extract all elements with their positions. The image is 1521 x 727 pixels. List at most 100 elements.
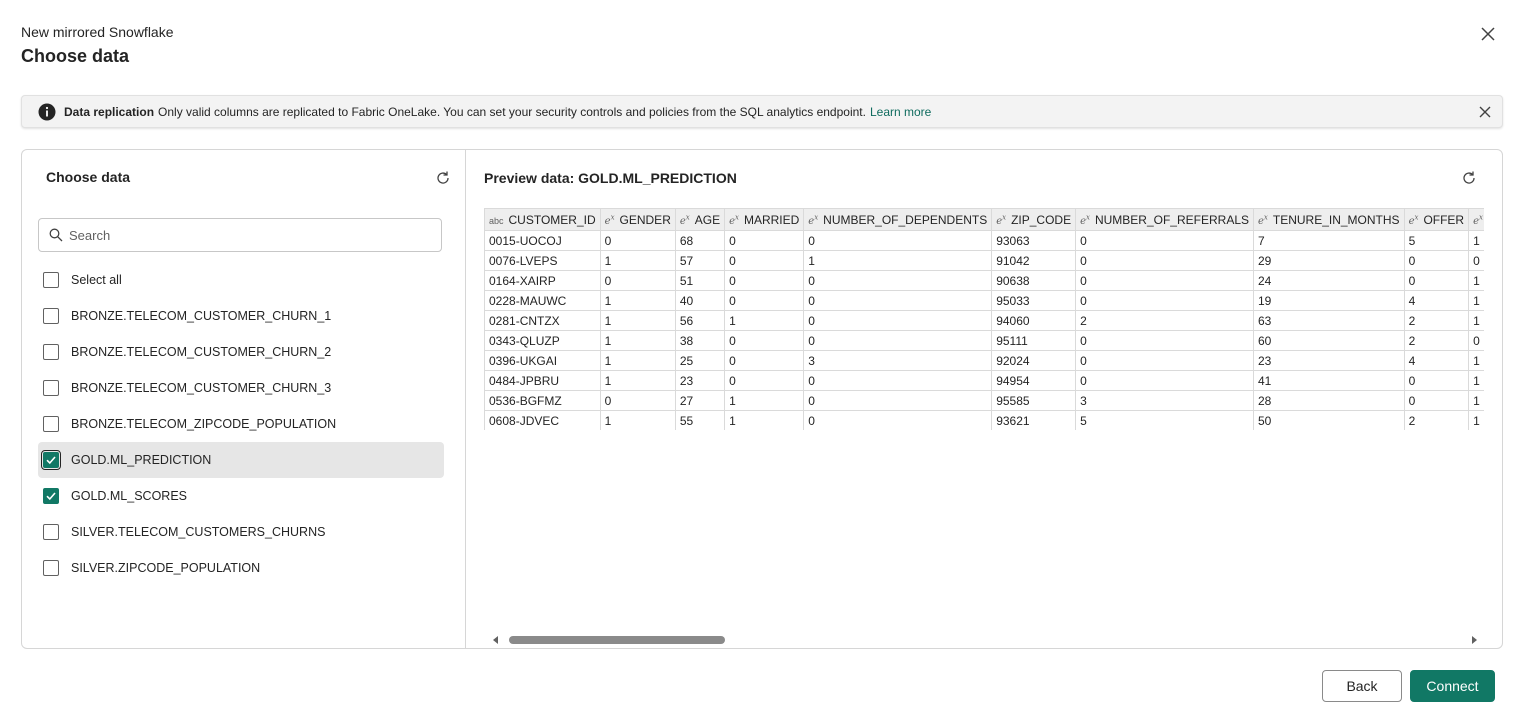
table-cell: 0 [803, 370, 993, 391]
table-cell: 1 [724, 410, 805, 430]
item-checkbox[interactable] [43, 308, 59, 324]
table-cell: 1 [1468, 290, 1484, 311]
table-cell: 1 [599, 350, 676, 371]
table-cell: 2 [1403, 310, 1470, 331]
column-header[interactable]: ex TENURE_IN_MONTHS [1253, 208, 1405, 231]
table-cell: 0 [724, 350, 805, 371]
item-checkbox[interactable] [41, 450, 61, 470]
horizontal-scrollbar[interactable] [489, 634, 1483, 646]
close-banner-icon[interactable] [1478, 105, 1492, 119]
table-cell: 5 [1403, 230, 1470, 251]
column-header[interactable]: ex NUMBER_OF_REFERRALS [1075, 208, 1254, 231]
list-item[interactable]: GOLD.ML_PREDICTION [38, 442, 444, 478]
search-input[interactable] [69, 227, 429, 243]
refresh-list-icon[interactable] [435, 170, 451, 186]
table-cell: 1 [1468, 350, 1484, 371]
table-cell: 28 [1253, 390, 1405, 411]
back-button[interactable]: Back [1322, 670, 1402, 702]
scroll-right-icon[interactable] [1469, 635, 1479, 645]
table-cell: 1 [724, 390, 805, 411]
table-cell: 2 [1403, 330, 1470, 351]
table-cell: 0 [724, 270, 805, 291]
search-box [38, 218, 442, 252]
table-cell: 19 [1253, 290, 1405, 311]
table-cell: 0281-CNTZX [484, 310, 601, 331]
select-all-item[interactable]: Select all [38, 262, 444, 298]
connect-button[interactable]: Connect [1410, 670, 1495, 702]
table-cell: 1 [1468, 310, 1484, 331]
table-cell: 0608-JDVEC [484, 410, 601, 430]
table-cell: 0 [724, 230, 805, 251]
table-cell: 0 [803, 230, 993, 251]
table-cell: 0 [1403, 270, 1470, 291]
item-checkbox[interactable] [43, 344, 59, 360]
column-header[interactable]: ex MARRIED [724, 208, 805, 231]
numeric-type-icon: ex [1473, 213, 1483, 227]
list-item[interactable]: BRONZE.TELECOM_CUSTOMER_CHURN_1 [38, 298, 444, 334]
item-checkbox[interactable] [43, 524, 59, 540]
item-label: BRONZE.TELECOM_CUSTOMER_CHURN_2 [71, 345, 332, 359]
item-checkbox[interactable] [43, 416, 59, 432]
table-cell: 0 [724, 330, 805, 351]
banner-title: Data replication [64, 104, 155, 119]
table-row: 0484-JPBRU 1 23 0 0 94954 0 41 0 1 [484, 370, 1484, 391]
banner-text: Only valid columns are replicated to Fab… [158, 104, 866, 119]
column-header[interactable]: ex GENDER [599, 208, 676, 231]
list-item[interactable]: SILVER.ZIPCODE_POPULATION [38, 550, 444, 586]
column-header[interactable]: ex ZIP_CODE [991, 208, 1077, 231]
column-header[interactable]: ex AGE [674, 208, 726, 231]
column-name: AGE [694, 212, 721, 227]
column-header[interactable]: abc CUSTOMER_ID [484, 208, 601, 231]
column-name: GENDER [619, 212, 671, 227]
numeric-type-icon: ex [729, 213, 739, 227]
column-header[interactable]: exPHONE_SERVICE [1468, 208, 1484, 231]
table-cell: 1 [599, 370, 676, 391]
list-item[interactable]: BRONZE.TELECOM_ZIPCODE_POPULATION [38, 406, 444, 442]
scrollbar-thumb[interactable] [509, 636, 725, 644]
item-checkbox[interactable] [43, 488, 59, 504]
learn-more-link[interactable]: Learn more [870, 105, 931, 119]
table-cell: 1 [599, 310, 676, 331]
item-checkbox[interactable] [43, 380, 59, 396]
refresh-preview-icon[interactable] [1461, 170, 1477, 186]
list-item[interactable]: SILVER.TELECOM_CUSTOMERS_CHURNS [38, 514, 444, 550]
table-list: Select all BRONZE.TELECOM_CUSTOMER_CHURN… [38, 262, 444, 586]
table-cell: 51 [674, 270, 726, 291]
text-type-icon: abc [489, 215, 504, 226]
preview-pane: Preview data: GOLD.ML_PREDICTION abc CUST… [467, 150, 1502, 648]
column-name: OFFER [1423, 212, 1465, 227]
item-checkbox[interactable] [43, 560, 59, 576]
list-item[interactable]: GOLD.ML_SCORES [38, 478, 444, 514]
list-item[interactable]: BRONZE.TELECOM_CUSTOMER_CHURN_2 [38, 334, 444, 370]
numeric-type-icon: ex [1080, 213, 1090, 227]
column-header[interactable]: ex OFFER [1403, 208, 1470, 231]
column-header[interactable]: ex NUMBER_OF_DEPENDENTS [803, 208, 993, 231]
select-all-checkbox[interactable] [43, 272, 59, 288]
table-cell: 0 [1075, 350, 1254, 371]
table-cell: 0 [803, 330, 993, 351]
numeric-type-icon: ex [679, 213, 690, 227]
preview-table-container[interactable]: abc CUSTOMER_ID ex GENDER ex AGE ex MARRIED ex NU… [484, 208, 1484, 430]
table-cell: 0 [803, 410, 993, 430]
info-icon [38, 103, 56, 120]
table-cell: 1 [1468, 390, 1484, 411]
list-item[interactable]: BRONZE.TELECOM_CUSTOMER_CHURN_3 [38, 370, 444, 406]
table-cell: 0343-QLUZP [484, 330, 601, 351]
checkmark-icon [46, 492, 56, 501]
scroll-left-icon[interactable] [491, 635, 501, 645]
table-cell: 0 [599, 270, 676, 291]
numeric-type-icon: ex [808, 213, 819, 227]
table-list-pane: Choose data Select all BRONZE.TELECOM_CU… [22, 150, 466, 648]
table-cell: 1 [1468, 410, 1484, 430]
column-name: TENURE_IN_MONTHS [1272, 212, 1400, 227]
numeric-type-icon: ex [1258, 213, 1268, 227]
preview-table: abc CUSTOMER_ID ex GENDER ex AGE ex MARRIED ex NU… [484, 208, 1484, 430]
table-cell: 0164-XAIRP [484, 270, 601, 291]
table-cell: 29 [1253, 250, 1405, 271]
table-cell: 27 [674, 390, 726, 411]
checkmark-icon [46, 456, 56, 465]
table-cell: 94954 [991, 370, 1077, 391]
table-cell: 25 [674, 350, 726, 371]
table-cell: 2 [1403, 410, 1470, 430]
close-dialog-icon[interactable] [1478, 24, 1498, 44]
